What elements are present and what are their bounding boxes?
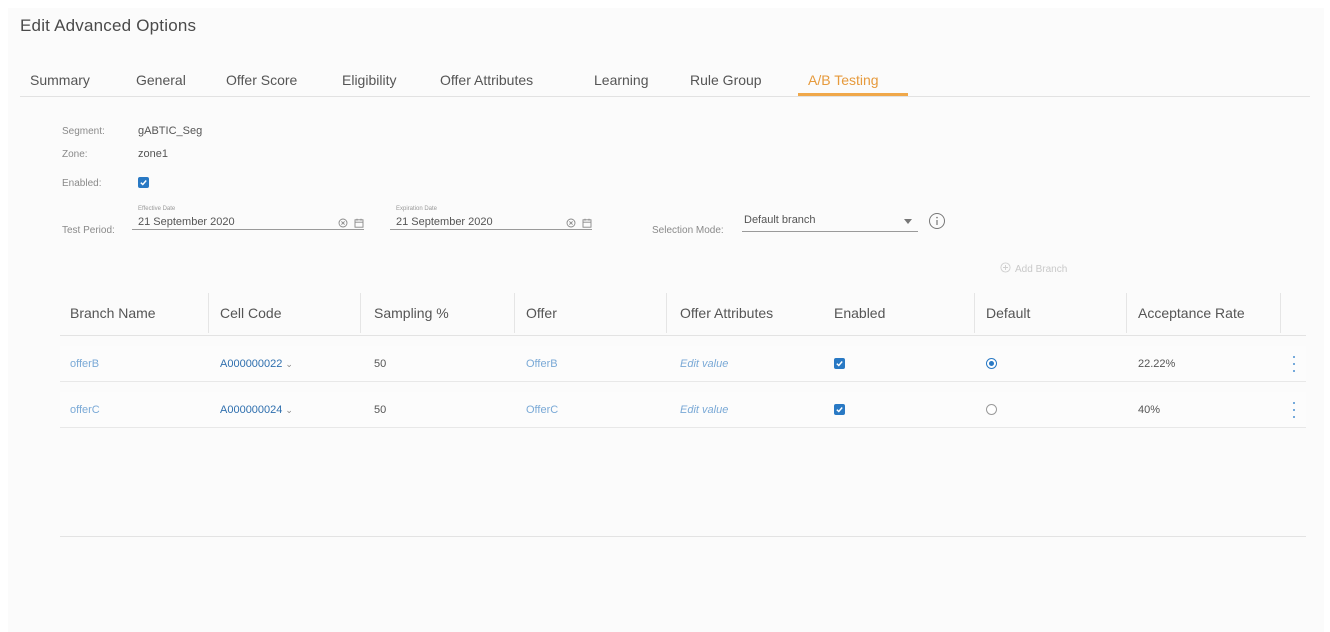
- acceptance-rate: 40%: [1138, 404, 1161, 416]
- column-divider: [514, 293, 515, 333]
- table-row: offerC A000000024 ⌄ 50 OfferC Edit value …: [60, 392, 1306, 428]
- tab-eligibility[interactable]: Eligibility: [342, 72, 396, 88]
- tab-general[interactable]: General: [136, 72, 186, 88]
- sampling-value[interactable]: 50: [374, 358, 386, 370]
- offer-link[interactable]: OfferB: [526, 358, 558, 370]
- clear-icon[interactable]: [338, 215, 348, 233]
- tab-rule-group[interactable]: Rule Group: [690, 72, 762, 88]
- expiration-date-field[interactable]: Expiration Date 21 September 2020: [390, 206, 592, 230]
- active-tab-indicator: [798, 93, 908, 96]
- cell-code-value: A000000022: [220, 358, 283, 370]
- default-radio[interactable]: [986, 404, 997, 415]
- acceptance-rate: 22.22%: [1138, 358, 1176, 370]
- selection-mode-label: Selection Mode:: [652, 225, 724, 236]
- enabled-checkbox[interactable]: [138, 177, 149, 188]
- cell-code-select[interactable]: A000000022 ⌄: [220, 358, 293, 370]
- check-icon: [140, 180, 147, 186]
- column-header-sampling[interactable]: Sampling %: [374, 305, 449, 321]
- table-header: Branch Name Cell Code Sampling % Offer O…: [60, 290, 1306, 336]
- column-divider: [1280, 293, 1281, 333]
- selection-mode-select[interactable]: Default branch: [742, 212, 918, 232]
- caret-down-icon: [904, 219, 912, 224]
- tab-learning[interactable]: Learning: [594, 72, 649, 88]
- calendar-icon[interactable]: [582, 215, 592, 233]
- effective-date-field[interactable]: Effective Date 21 September 2020: [132, 206, 364, 230]
- segment-value: gABTIC_Seg: [138, 125, 203, 137]
- tab-offer-score[interactable]: Offer Score: [226, 72, 297, 88]
- tab-ab-testing[interactable]: A/B Testing: [808, 72, 879, 88]
- zone-value: zone1: [138, 148, 168, 160]
- segment-label: Segment:: [62, 126, 105, 137]
- edit-value-link[interactable]: Edit value: [680, 404, 728, 416]
- column-divider: [360, 293, 361, 333]
- column-header-cell-code[interactable]: Cell Code: [220, 305, 281, 321]
- sampling-value[interactable]: 50: [374, 404, 386, 416]
- page-title: Edit Advanced Options: [20, 16, 197, 35]
- branch-name-link[interactable]: offerC: [70, 404, 100, 416]
- column-divider: [666, 293, 667, 333]
- row-enabled-checkbox[interactable]: [834, 404, 845, 415]
- default-radio[interactable]: [986, 358, 997, 369]
- check-icon: [836, 407, 843, 413]
- branch-name-link[interactable]: offerB: [70, 358, 99, 370]
- effective-date-label: Effective Date: [138, 206, 176, 212]
- column-header-enabled[interactable]: Enabled: [834, 305, 885, 321]
- cell-code-value: A000000024: [220, 404, 283, 416]
- column-header-branch-name[interactable]: Branch Name: [70, 305, 156, 321]
- chevron-down-icon: ⌄: [285, 359, 293, 369]
- column-divider: [974, 293, 975, 333]
- column-header-acceptance-rate[interactable]: Acceptance Rate: [1138, 305, 1245, 321]
- column-divider: [1126, 293, 1127, 333]
- expiration-date-label: Expiration Date: [396, 206, 438, 212]
- table-footer-divider: [60, 536, 1306, 537]
- selection-mode-value: Default branch: [744, 214, 816, 226]
- expiration-date-value: 21 September 2020: [396, 216, 493, 228]
- test-period-label: Test Period:: [62, 225, 115, 236]
- enabled-label: Enabled:: [62, 178, 102, 189]
- more-options-icon[interactable]: [1292, 402, 1296, 418]
- tab-offer-attributes[interactable]: Offer Attributes: [440, 72, 533, 88]
- column-divider: [208, 293, 209, 333]
- check-icon: [836, 361, 843, 367]
- column-header-default[interactable]: Default: [986, 305, 1030, 321]
- effective-date-value: 21 September 2020: [138, 216, 235, 228]
- offer-link[interactable]: OfferC: [526, 404, 558, 416]
- chevron-down-icon: ⌄: [285, 405, 293, 415]
- cell-code-select[interactable]: A000000024 ⌄: [220, 404, 293, 416]
- tab-bar: Summary General Offer Score Eligibility …: [20, 62, 1310, 97]
- row-enabled-checkbox[interactable]: [834, 358, 845, 369]
- calendar-icon[interactable]: [354, 215, 364, 233]
- more-options-icon[interactable]: [1292, 356, 1296, 372]
- add-branch-button[interactable]: Add Branch: [1000, 262, 1067, 276]
- edit-value-link[interactable]: Edit value: [680, 358, 728, 370]
- column-header-offer-attributes[interactable]: Offer Attributes: [680, 305, 773, 321]
- info-icon[interactable]: [928, 212, 946, 230]
- column-header-offer[interactable]: Offer: [526, 305, 557, 321]
- clear-icon[interactable]: [566, 215, 576, 233]
- zone-label: Zone:: [62, 149, 88, 160]
- plus-circle-icon: [1000, 262, 1011, 276]
- table-row: offerB A000000022 ⌄ 50 OfferB Edit value …: [60, 346, 1306, 382]
- tab-summary[interactable]: Summary: [30, 72, 90, 88]
- add-branch-label: Add Branch: [1015, 263, 1068, 275]
